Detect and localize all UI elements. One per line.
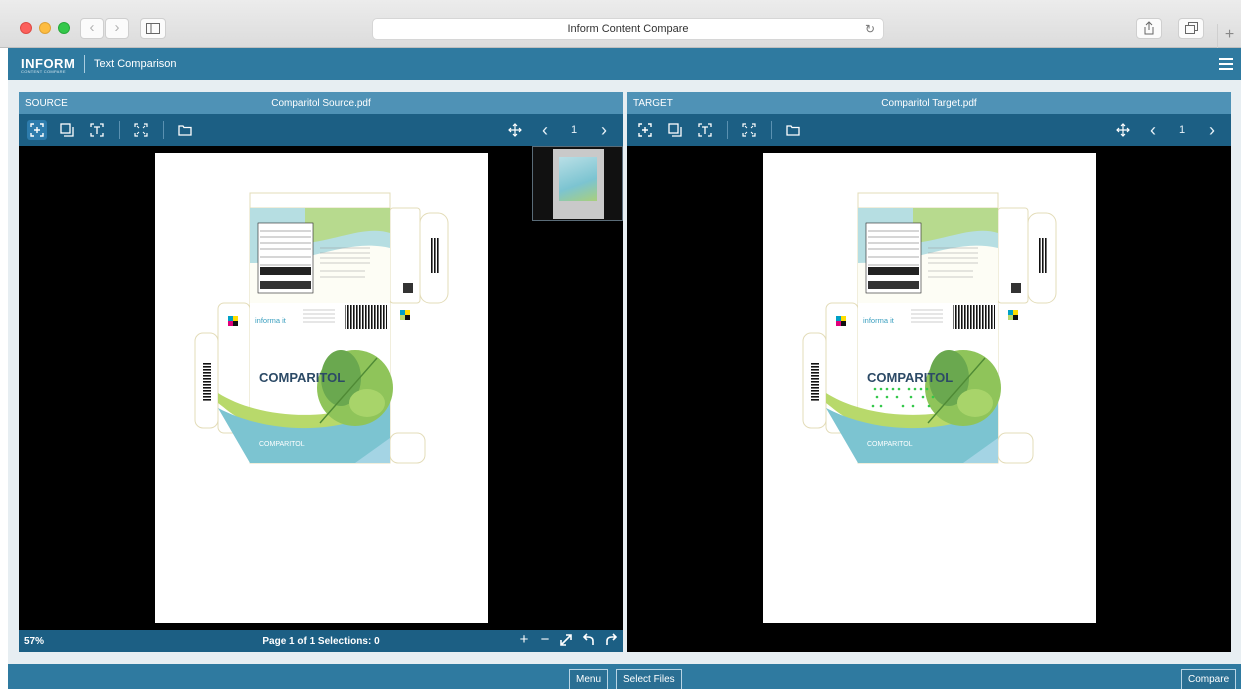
target-page-number: 1: [1179, 124, 1186, 136]
select-text-button[interactable]: [87, 120, 107, 140]
company-logo: informa it: [863, 316, 895, 325]
chevron-left-icon: ‹: [1150, 120, 1156, 140]
chevron-right-icon: ›: [114, 19, 120, 36]
header-divider: [84, 55, 85, 73]
address-bar[interactable]: Inform Content Compare ↻: [372, 18, 884, 40]
share-icon: [1144, 21, 1154, 35]
tabs-overview-button[interactable]: [1178, 18, 1204, 39]
page-thumbnail-navigator[interactable]: [532, 146, 623, 221]
browser-toolbar: ‹ › Inform Content Compare ↻ +: [0, 0, 1241, 48]
select-region-button[interactable]: [57, 120, 77, 140]
brand-name: COMPARITOL: [867, 370, 953, 385]
text-select-icon: [698, 123, 712, 137]
redo-icon[interactable]: [602, 633, 620, 651]
page-title: Inform Content Compare: [567, 23, 689, 35]
company-logo: informa it: [255, 316, 287, 325]
minimize-window-button[interactable]: [39, 22, 51, 34]
plus-icon: +: [1224, 26, 1235, 43]
target-package-artwork: COMPARITOL COMPARITOL informa it: [802, 192, 1057, 464]
fit-page-icon: [134, 123, 148, 137]
source-page: COMPARITOL COMPARITOL informa it: [155, 153, 488, 623]
app-header: INFORM CONTENT COMPARE Text Comparison: [8, 48, 1241, 80]
select-area-icon: [638, 123, 652, 137]
fit-page-icon: [742, 123, 756, 137]
thumbnail-page: [553, 149, 604, 219]
brand-name: COMPARITOL: [259, 370, 345, 385]
close-window-button[interactable]: [20, 22, 32, 34]
copy-region-icon: [60, 123, 74, 137]
select-text-button[interactable]: [695, 120, 715, 140]
undo-icon[interactable]: [580, 633, 598, 651]
folder-icon: [786, 125, 800, 136]
hamburger-menu-icon[interactable]: [1219, 58, 1233, 70]
open-file-button[interactable]: [783, 120, 803, 140]
expand-icon[interactable]: [557, 633, 575, 651]
open-file-button[interactable]: [175, 120, 195, 140]
source-title-bar: SOURCE Comparitol Source.pdf: [19, 92, 623, 114]
target-file-name: Comparitol Target.pdf: [881, 98, 977, 109]
chevron-left-icon: ‹: [89, 19, 95, 36]
copy-region-icon: [668, 123, 682, 137]
move-icon: [508, 123, 522, 137]
target-toolbar: ‹ 1 ›: [627, 114, 1231, 146]
toolbar-divider: [727, 121, 728, 139]
app-title: Text Comparison: [94, 58, 177, 70]
chevron-right-icon: ›: [1209, 120, 1215, 140]
toolbar-divider: [119, 121, 120, 139]
source-toolbar: ‹ 1 ›: [19, 114, 623, 146]
target-viewport[interactable]: COMPARITOL COMPARITOL informa it: [627, 146, 1231, 652]
pan-button[interactable]: [1113, 120, 1133, 140]
tabs-icon: [1184, 22, 1198, 34]
move-icon: [1116, 123, 1130, 137]
brand-name-small: COMPARITOL: [259, 441, 305, 448]
reload-icon[interactable]: ↻: [865, 19, 875, 39]
previous-page-button[interactable]: ‹: [535, 120, 555, 140]
zoom-in-icon[interactable]: +: [515, 631, 533, 648]
app-logo-subtitle: CONTENT COMPARE: [21, 69, 66, 74]
target-title-bar: TARGET Comparitol Target.pdf: [627, 92, 1231, 114]
chevron-left-icon: ‹: [542, 120, 548, 140]
thumbnail-artwork: [559, 157, 597, 201]
select-area-button[interactable]: [27, 120, 47, 140]
zoom-out-icon[interactable]: −: [536, 631, 554, 648]
folder-icon: [178, 125, 192, 136]
target-panel: TARGET Comparitol Target.pdf ‹ 1 › COMPA…: [627, 92, 1231, 652]
back-button[interactable]: ‹: [80, 18, 104, 39]
select-area-button[interactable]: [635, 120, 655, 140]
fit-page-button[interactable]: [739, 120, 759, 140]
next-page-button[interactable]: ›: [594, 120, 614, 140]
menu-button[interactable]: Menu: [569, 669, 609, 689]
bottom-action-bar: Menu Select Files Compare: [8, 664, 1241, 689]
pan-button[interactable]: [505, 120, 525, 140]
share-button[interactable]: [1136, 18, 1162, 39]
sidebar-toggle-button[interactable]: [140, 18, 166, 39]
zoom-window-button[interactable]: [58, 22, 70, 34]
text-select-icon: [90, 123, 104, 137]
toolbar-divider: [771, 121, 772, 139]
chevron-right-icon: ›: [601, 120, 607, 140]
previous-page-button[interactable]: ‹: [1143, 120, 1163, 140]
source-viewport[interactable]: COMPARITOL COMPARITOL informa it: [19, 146, 623, 630]
source-status-bar: 57% Page 1 of 1 Selections: 0 + −: [19, 630, 623, 652]
select-region-button[interactable]: [665, 120, 685, 140]
toolbar-divider: [163, 121, 164, 139]
target-page: COMPARITOL COMPARITOL informa it: [763, 153, 1096, 623]
next-page-button[interactable]: ›: [1202, 120, 1222, 140]
select-files-button[interactable]: Select Files: [616, 669, 682, 689]
source-panel: SOURCE Comparitol Source.pdf ‹ 1 › COMPA…: [19, 92, 623, 652]
sidebar-icon: [146, 23, 160, 34]
source-page-number: 1: [571, 124, 578, 136]
source-package-artwork: COMPARITOL COMPARITOL informa it: [194, 192, 449, 464]
forward-button[interactable]: ›: [105, 18, 129, 39]
compare-button[interactable]: Compare: [1181, 669, 1237, 689]
brand-name-small: COMPARITOL: [867, 441, 913, 448]
select-area-icon: [30, 123, 44, 137]
new-tab-button[interactable]: +: [1217, 24, 1241, 48]
source-file-name: Comparitol Source.pdf: [271, 98, 371, 109]
fit-page-button[interactable]: [131, 120, 151, 140]
